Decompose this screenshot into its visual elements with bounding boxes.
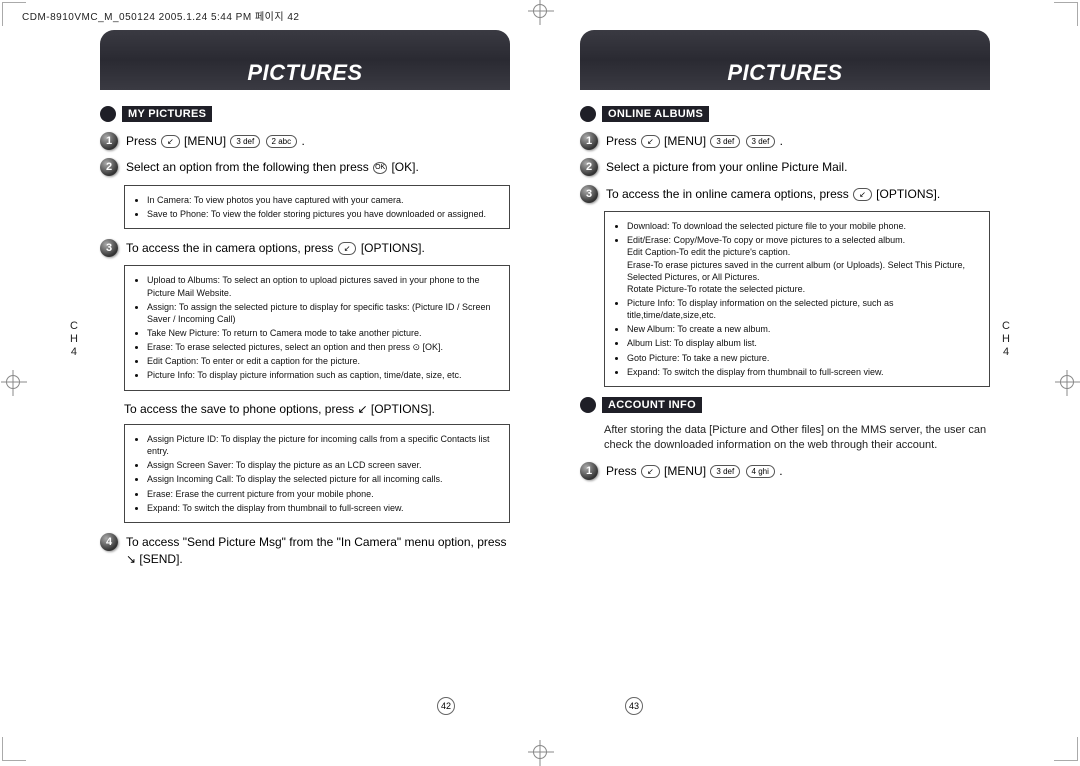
- list-item: Album List: To display album list.: [627, 337, 979, 349]
- step-row: 4 To access "Send Picture Msg" from the …: [100, 533, 510, 569]
- list-item: Save to Phone: To view the folder storin…: [147, 208, 499, 220]
- section-label: ACCOUNT INFO: [602, 397, 702, 413]
- registration-mark: [533, 745, 547, 759]
- step-text: To access the in camera options, press ↙…: [126, 239, 425, 257]
- list-item: Take New Picture: To return to Camera mo…: [147, 327, 499, 339]
- list-item: Download: To download the selected pictu…: [627, 220, 979, 232]
- paragraph: To access the save to phone options, pre…: [124, 401, 510, 418]
- keypad-key-icon: 3 def: [710, 465, 740, 478]
- info-box: Upload to Albums: To select an option to…: [124, 265, 510, 390]
- step-row: 1 Press ↙ [MENU] 3 def 4 ghi .: [580, 462, 990, 480]
- chapter-marker: C H 4: [70, 320, 78, 360]
- left-page: C H 4 PICTURES MY PICTURES 1 Press ↙ [ME…: [60, 30, 540, 703]
- softkey-icon: ↙: [853, 188, 872, 201]
- crop-mark: [2, 737, 26, 761]
- step-row: 3 To access the in camera options, press…: [100, 239, 510, 257]
- softkey-icon: ↙: [641, 465, 660, 478]
- softkey-icon: ↙: [338, 242, 357, 255]
- keypad-key-icon: 3 def: [746, 135, 776, 148]
- step-row: 1 Press ↙ [MENU] 3 def 2 abc .: [100, 132, 510, 150]
- keypad-key-icon: 2 abc: [266, 135, 298, 148]
- keypad-key-icon: 3 def: [230, 135, 260, 148]
- section-bullet-icon: [580, 397, 596, 413]
- softkey-icon: ↙: [161, 135, 180, 148]
- section-heading-my-pictures: MY PICTURES: [100, 106, 510, 122]
- list-item: Erase: Erase the current picture from yo…: [147, 488, 499, 500]
- step-number-icon: 2: [100, 158, 118, 176]
- crop-mark: [1054, 737, 1078, 761]
- list-item: Edit/Erase: Copy/Move-To copy or move pi…: [627, 234, 979, 295]
- step-number-icon: 3: [580, 185, 598, 203]
- registration-mark: [533, 4, 547, 18]
- list-item: Upload to Albums: To select an option to…: [147, 274, 499, 298]
- crop-mark: [1054, 2, 1078, 26]
- section-heading-account-info: ACCOUNT INFO: [580, 397, 990, 413]
- step-number-icon: 2: [580, 158, 598, 176]
- page-title-banner: PICTURES: [580, 30, 990, 90]
- softkey-icon: ↙: [641, 135, 660, 148]
- step-row: 2 Select a picture from your online Pict…: [580, 158, 990, 176]
- list-item: Expand: To switch the display from thumb…: [147, 502, 499, 514]
- list-item: New Album: To create a new album.: [627, 323, 979, 335]
- page-title-banner: PICTURES: [100, 30, 510, 90]
- list-item: In Camera: To view photos you have captu…: [147, 194, 499, 206]
- step-number-icon: 4: [100, 533, 118, 551]
- paragraph: After storing the data [Picture and Othe…: [604, 423, 990, 454]
- list-item: Erase: To erase selected pictures, selec…: [147, 341, 499, 353]
- step-row: 3 To access the in online camera options…: [580, 185, 990, 203]
- step-number-icon: 1: [580, 132, 598, 150]
- section-label: MY PICTURES: [122, 106, 212, 122]
- list-item: Expand: To switch the display from thumb…: [627, 366, 979, 378]
- right-page: C H 4 PICTURES ONLINE ALBUMS 1 Press ↙ […: [540, 30, 1020, 703]
- info-box: Download: To download the selected pictu…: [604, 211, 990, 387]
- list-item: Assign Screen Saver: To display the pict…: [147, 459, 499, 471]
- section-bullet-icon: [100, 106, 116, 122]
- info-box: In Camera: To view photos you have captu…: [124, 185, 510, 229]
- ok-key-icon: OK: [373, 162, 387, 174]
- step-text: Press ↙ [MENU] 3 def 4 ghi .: [606, 462, 783, 480]
- page-number: 43: [625, 697, 643, 715]
- page-number: 42: [437, 697, 455, 715]
- section-bullet-icon: [580, 106, 596, 122]
- step-number-icon: 3: [100, 239, 118, 257]
- list-item: Edit Caption: To enter or edit a caption…: [147, 355, 499, 367]
- list-item: Assign Incoming Call: To display the sel…: [147, 473, 499, 485]
- step-number-icon: 1: [100, 132, 118, 150]
- step-number-icon: 1: [580, 462, 598, 480]
- list-item: Goto Picture: To take a new picture.: [627, 352, 979, 364]
- list-item: Assign Picture ID: To display the pictur…: [147, 433, 499, 457]
- page-spread: C H 4 PICTURES MY PICTURES 1 Press ↙ [ME…: [60, 30, 1020, 703]
- keypad-key-icon: 3 def: [710, 135, 740, 148]
- step-text: Press ↙ [MENU] 3 def 3 def .: [606, 132, 783, 150]
- step-text: Select an option from the following then…: [126, 158, 419, 176]
- step-text: To access the in online camera options, …: [606, 185, 940, 203]
- keypad-key-icon: 4 ghi: [746, 465, 775, 478]
- registration-mark: [6, 375, 20, 389]
- page-number-row: 42 43: [60, 697, 1020, 715]
- step-row: 2 Select an option from the following th…: [100, 158, 510, 176]
- section-heading-online-albums: ONLINE ALBUMS: [580, 106, 990, 122]
- section-label: ONLINE ALBUMS: [602, 106, 709, 122]
- registration-mark: [1060, 375, 1074, 389]
- step-row: 1 Press ↙ [MENU] 3 def 3 def .: [580, 132, 990, 150]
- step-text: To access "Send Picture Msg" from the "I…: [126, 533, 510, 569]
- step-text: Select a picture from your online Pictur…: [606, 158, 847, 176]
- step-text: Press ↙ [MENU] 3 def 2 abc .: [126, 132, 305, 150]
- list-item: Picture Info: To display picture informa…: [147, 369, 499, 381]
- print-header: CDM-8910VMC_M_050124 2005.1.24 5:44 PM 페…: [22, 8, 299, 23]
- chapter-marker: C H 4: [1002, 320, 1010, 360]
- list-item: Picture Info: To display information on …: [627, 297, 979, 321]
- list-item: Assign: To assign the selected picture t…: [147, 301, 499, 325]
- info-box: Assign Picture ID: To display the pictur…: [124, 424, 510, 523]
